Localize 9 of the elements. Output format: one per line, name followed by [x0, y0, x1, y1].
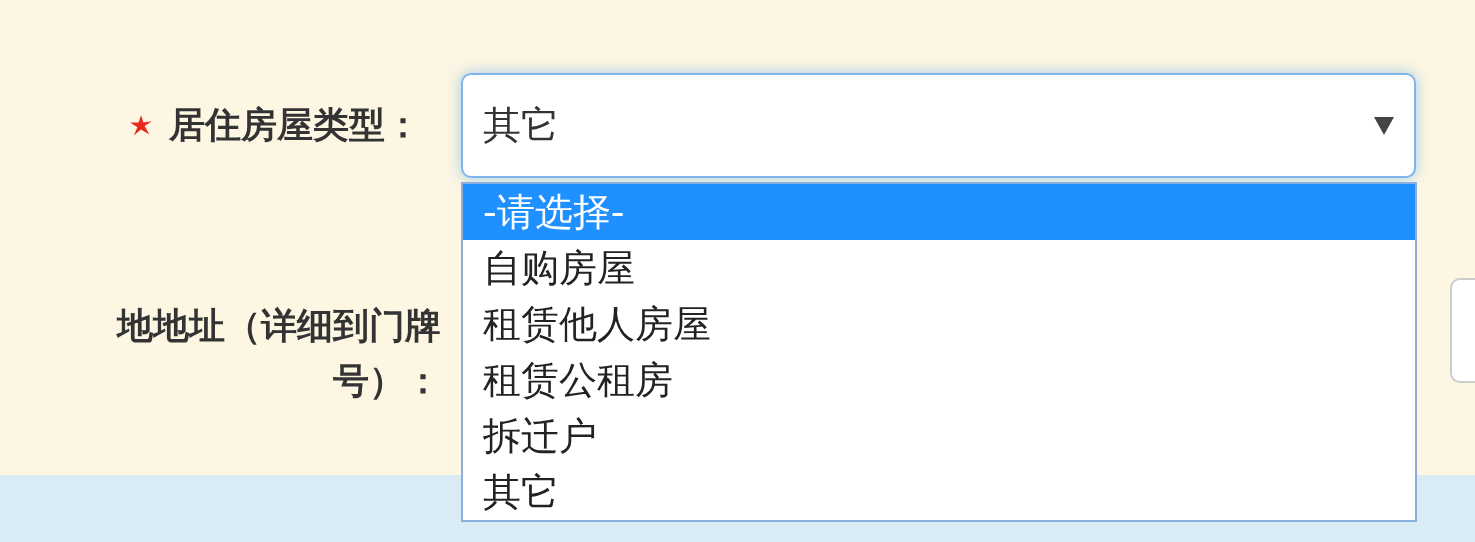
dropdown-option[interactable]: 拆迁户 — [463, 408, 1415, 464]
caret-icon — [1374, 116, 1394, 135]
dropdown-option[interactable]: 其它 — [463, 464, 1415, 520]
field-label: 地地址（详细到门牌号）： — [115, 304, 441, 403]
dropdown-option[interactable]: 自购房屋 — [463, 240, 1415, 296]
dropdown-option[interactable]: 租赁他人房屋 — [463, 296, 1415, 352]
field-label: 居住房屋类型： — [169, 103, 421, 147]
select-field[interactable]: 其它 — [461, 73, 1416, 178]
dropdown-option[interactable]: 租赁公租房 — [463, 352, 1415, 408]
